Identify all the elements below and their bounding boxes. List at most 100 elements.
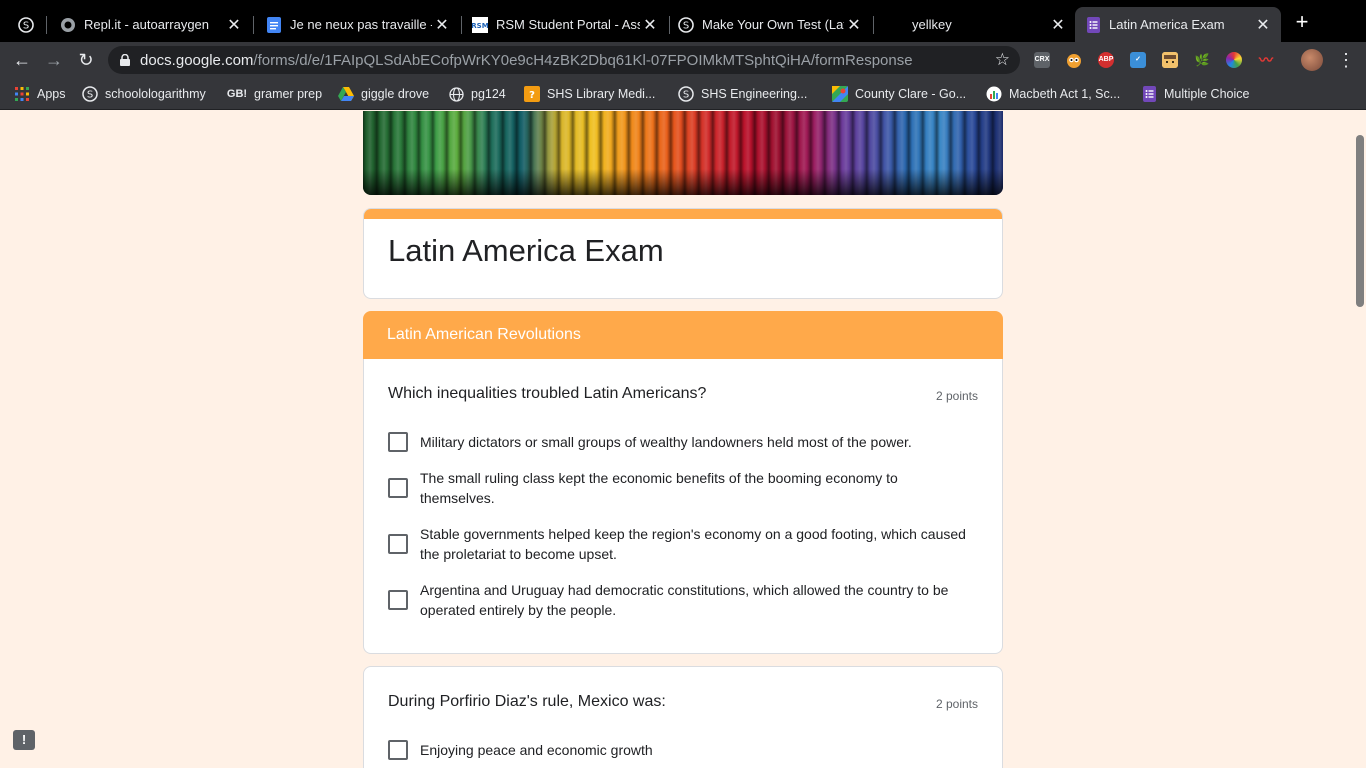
checkbox-option[interactable]: Argentina and Uruguay had democratic con…	[388, 580, 968, 620]
close-icon[interactable]: ✕	[1048, 15, 1068, 35]
tab-label: Repl.it - autoarraygen	[84, 17, 210, 32]
bookmark-shs-engineering[interactable]: S SHS Engineering...	[678, 85, 807, 103]
tab-label: RSM Student Portal - Ass	[496, 17, 640, 32]
form-title-card: Latin America Exam	[363, 208, 1003, 299]
profile-avatar[interactable]	[1301, 49, 1323, 71]
google-docs-icon	[266, 16, 282, 33]
bookmark-pg124[interactable]: pg124	[448, 85, 506, 103]
replit-icon	[60, 17, 76, 33]
checkbox-option[interactable]: Military dictators or small groups of we…	[388, 432, 968, 452]
google-forms-icon	[1085, 16, 1101, 33]
address-bar[interactable]: docs.google.com/forms/d/e/1FAIpQLSdAbECo…	[108, 46, 1020, 74]
bookmark-label: gramer prep	[254, 87, 323, 101]
url-domain: docs.google.com	[140, 51, 254, 69]
library-icon: ?	[524, 86, 540, 102]
question-points: 2 points	[935, 389, 978, 403]
bookmark-macbeth[interactable]: Macbeth Act 1, Sc...	[986, 85, 1120, 103]
close-icon[interactable]: ✕	[640, 15, 660, 35]
question-text: Which inequalities troubled Latin Americ…	[388, 385, 707, 402]
rsm-icon: RSM	[472, 16, 488, 33]
lock-icon	[120, 54, 130, 66]
tab-separator	[253, 16, 254, 34]
kebab-menu-icon[interactable]: ⋮	[1337, 50, 1355, 70]
checkbox[interactable]	[388, 432, 408, 452]
tab-yellkey[interactable]: yellkey ✕	[872, 7, 1076, 42]
question-points: 2 points	[935, 697, 978, 711]
checkbox[interactable]	[388, 590, 408, 610]
replit-icon: S	[82, 86, 98, 102]
new-tab-plus-icon[interactable]: +	[1292, 11, 1312, 33]
bookmark-label: SHS Library Medi...	[547, 87, 656, 101]
option-label: Enjoying peace and economic growth	[420, 742, 653, 758]
bookmark-gramer-prep[interactable]: GB! gramer prep	[227, 85, 322, 103]
bookmark-schoolologarithmy[interactable]: S schoolologarithmy	[82, 85, 206, 103]
bookmark-star-icon[interactable]: ☆	[995, 50, 1010, 70]
check-extension-icon[interactable]: ✓	[1130, 52, 1146, 68]
bookmark-label: pg124	[471, 87, 506, 101]
section-title: Latin American Revolutions	[387, 326, 581, 343]
google-maps-icon	[832, 86, 848, 102]
bookmark-label: Apps	[37, 87, 66, 101]
replit-icon: S	[678, 16, 694, 33]
face-extension-icon[interactable]	[1162, 52, 1178, 68]
close-icon[interactable]: ✕	[844, 15, 864, 35]
scrollbar-thumb[interactable]	[1356, 135, 1364, 307]
color-wheel-extension-icon[interactable]	[1226, 52, 1242, 68]
svg-text:?: ?	[529, 90, 535, 101]
option-label: Argentina and Uruguay had democratic con…	[420, 582, 949, 618]
header-banner-image	[363, 111, 1003, 195]
blank-favicon-icon	[882, 17, 898, 33]
bookmark-giggle-drove[interactable]: giggle drove	[338, 85, 429, 103]
owl-extension-icon[interactable]	[1066, 52, 1082, 68]
url-text: docs.google.com/forms/d/e/1FAIpQLSdAbECo…	[140, 52, 913, 69]
checkbox[interactable]	[388, 740, 408, 760]
bookmark-multiple-choice[interactable]: Multiple Choice	[1141, 85, 1249, 103]
tab-google-docs[interactable]: Je ne neux pas travaille - ✕	[256, 7, 460, 42]
leaf-extension-icon[interactable]: 🌿	[1194, 52, 1210, 68]
tab-replit[interactable]: Repl.it - autoarraygen ✕	[50, 7, 252, 42]
crx-extension-icon[interactable]: CRX	[1034, 52, 1050, 68]
close-icon[interactable]: ✕	[1253, 15, 1273, 35]
tab-rsm-portal[interactable]: RSM RSM Student Portal - Ass ✕	[462, 7, 668, 42]
form-page[interactable]: Latin America Exam Latin American Revolu…	[0, 111, 1366, 768]
google-drive-icon	[338, 86, 354, 102]
bookmark-apps[interactable]: Apps	[14, 85, 66, 103]
tab-make-test[interactable]: S Make Your Own Test (Lat ✕	[668, 7, 872, 42]
option-label: Military dictators or small groups of we…	[420, 434, 912, 450]
swoosh-extension-icon[interactable]: 〰	[1258, 52, 1274, 68]
tab-latin-america-exam[interactable]: Latin America Exam ✕	[1075, 7, 1281, 42]
checkbox-option[interactable]: Stable governments helped keep the regio…	[388, 524, 968, 564]
tab-pinned-replit[interactable]: S	[8, 7, 44, 42]
svg-text:RSM: RSM	[472, 22, 488, 30]
feedback-icon[interactable]: !	[13, 730, 35, 750]
checkbox-option[interactable]: Enjoying peace and economic growth	[388, 740, 968, 760]
question-text: During Porfirio Diaz's rule, Mexico was:	[388, 693, 666, 710]
bookmark-shs-library[interactable]: ? SHS Library Medi...	[524, 85, 655, 103]
bookmark-label: Macbeth Act 1, Sc...	[1009, 87, 1121, 101]
checkbox[interactable]	[388, 534, 408, 554]
forward-arrow-icon[interactable]: →	[44, 50, 64, 70]
close-icon[interactable]: ✕	[224, 15, 244, 35]
tab-label: yellkey	[912, 17, 952, 32]
globe-icon	[448, 86, 464, 102]
close-icon[interactable]: ✕	[432, 15, 452, 35]
bookmark-label: giggle drove	[361, 87, 430, 101]
svg-text:S: S	[683, 20, 689, 31]
tab-separator	[46, 16, 47, 34]
chart-icon	[986, 86, 1002, 102]
tab-label: Make Your Own Test (Lat	[702, 17, 844, 32]
checkbox[interactable]	[388, 478, 408, 498]
reload-icon[interactable]: ↻	[76, 50, 96, 70]
bookmark-county-clare[interactable]: County Clare - Go...	[832, 85, 966, 103]
url-path: /forms/d/e/1FAIpQLSdAbECofpWrKY0e9cH4zBK…	[253, 51, 913, 69]
checkbox-option[interactable]: The small ruling class kept the economic…	[388, 468, 968, 508]
title-accent-bar	[364, 209, 1002, 219]
bookmark-label: SHS Engineering...	[701, 87, 808, 101]
option-label: Stable governments helped keep the regio…	[420, 526, 966, 562]
tab-label: Je ne neux pas travaille -	[290, 17, 432, 32]
option-label: The small ruling class kept the economic…	[420, 470, 898, 506]
form-title: Latin America Exam	[388, 233, 664, 268]
apps-grid-icon	[14, 86, 30, 102]
adblock-plus-icon[interactable]: ABP	[1098, 52, 1114, 68]
back-arrow-icon[interactable]: ←	[12, 50, 32, 70]
